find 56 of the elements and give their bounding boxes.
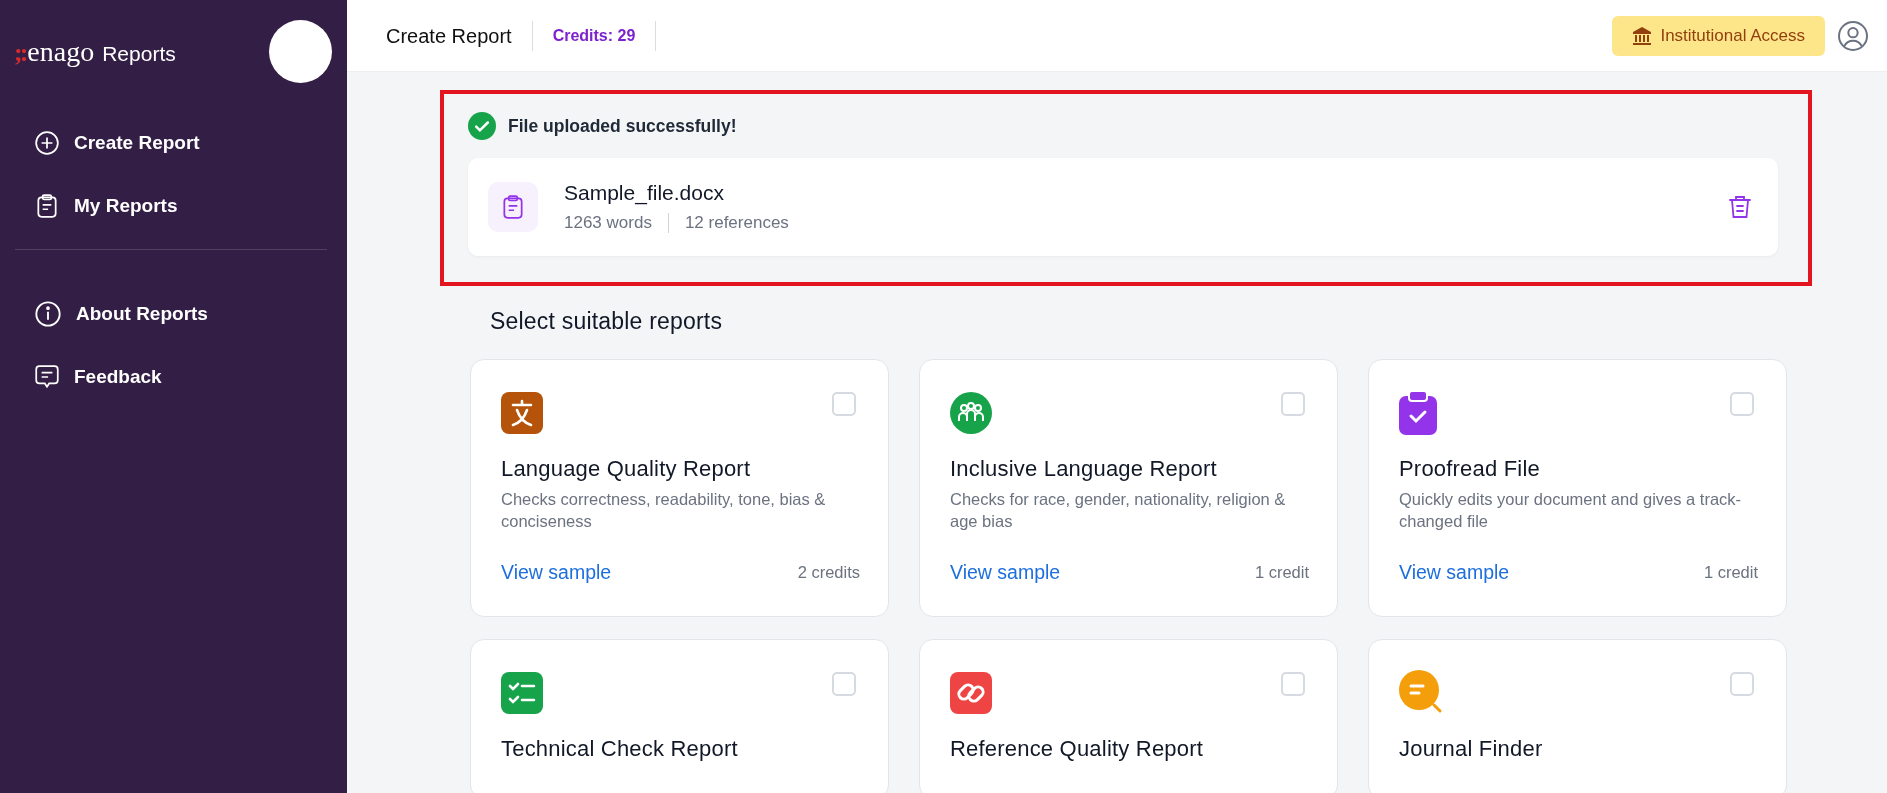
view-sample-link[interactable]: View sample <box>1399 561 1510 584</box>
checkbox[interactable] <box>1730 392 1754 416</box>
checkbox[interactable] <box>832 392 856 416</box>
info-icon <box>34 299 62 328</box>
credits-count: Credits: 29 <box>532 20 657 51</box>
word-count: 1263 words <box>564 213 652 233</box>
checkbox[interactable] <box>832 672 856 696</box>
page-title: Create Report <box>386 20 533 51</box>
checkbox[interactable] <box>1730 672 1754 696</box>
user-icon[interactable] <box>1837 19 1869 52</box>
translate-icon <box>501 392 543 434</box>
checkbox[interactable] <box>1281 672 1305 696</box>
check-circle-icon <box>468 112 496 140</box>
bank-icon <box>1632 25 1653 46</box>
card-title: Journal Finder <box>1399 736 1544 762</box>
card-title: Technical Check Report <box>501 736 739 762</box>
report-card[interactable]: Technical Check Report <box>470 639 889 793</box>
credit-cost: 1 credit <box>1703 563 1758 582</box>
plus-circle-icon <box>34 129 60 156</box>
card-description: Checks for race, gender, nationality, religion & age bias <box>950 489 1287 532</box>
file-name: Sample_file.docx <box>564 181 725 205</box>
card-title: Language Quality Report <box>501 456 752 482</box>
card-description: Checks correctness, readability, tone, bias & conciseness <box>501 489 827 532</box>
report-card[interactable]: Inclusive Language Report Checks for race, gender, nationality, religion & age bias View sample 1 credit <box>919 359 1338 617</box>
report-card[interactable]: Journal Finder <box>1368 639 1787 793</box>
document-icon <box>488 182 538 232</box>
logo-text: enago <box>27 35 95 68</box>
card-title: Proofread File <box>1399 456 1541 482</box>
credit-cost: 1 credit <box>1254 563 1309 582</box>
checkbox[interactable] <box>1281 392 1305 416</box>
trash-icon <box>1728 194 1752 220</box>
sidebar-item[interactable]: Create Report <box>34 111 347 174</box>
view-sample-link[interactable]: View sample <box>501 561 612 584</box>
report-card[interactable]: Language Quality Report Checks correctness, readability, tone, bias & conciseness View sample 2 credits <box>470 359 889 617</box>
card-description: Quickly edits your document and gives a track-changed file <box>1399 489 1743 532</box>
link-icon <box>950 672 992 714</box>
card-title: Inclusive Language Report <box>950 456 1218 482</box>
checklist-icon <box>501 672 543 714</box>
sidebar-item[interactable]: Feedback <box>34 345 347 408</box>
card-title: Reference Quality Report <box>950 736 1205 762</box>
delete-button[interactable] <box>1728 194 1752 220</box>
view-sample-link[interactable]: View sample <box>950 561 1061 584</box>
report-card[interactable]: Proofread File Quickly edits your document and gives a track-changed file View sample 1 credit <box>1368 359 1787 617</box>
clipboard-check-icon <box>1399 391 1437 435</box>
product-name: Reports <box>102 41 176 66</box>
success-message: File uploaded successfully! <box>508 115 737 137</box>
sidebar-item[interactable]: About Reports <box>34 282 347 345</box>
people-icon <box>950 392 992 434</box>
sidebar-item[interactable]: My Reports <box>34 174 347 237</box>
report-card[interactable]: Reference Quality Report <box>919 639 1338 793</box>
section-heading: Select suitable reports <box>490 308 724 335</box>
credit-cost: 2 credits <box>797 563 860 582</box>
institutional-access-button[interactable]: Institutional Access <box>1612 15 1825 56</box>
clipboard-icon <box>34 192 60 219</box>
reference-count: 12 references <box>667 213 789 233</box>
logo-mark: ;: <box>14 37 26 68</box>
